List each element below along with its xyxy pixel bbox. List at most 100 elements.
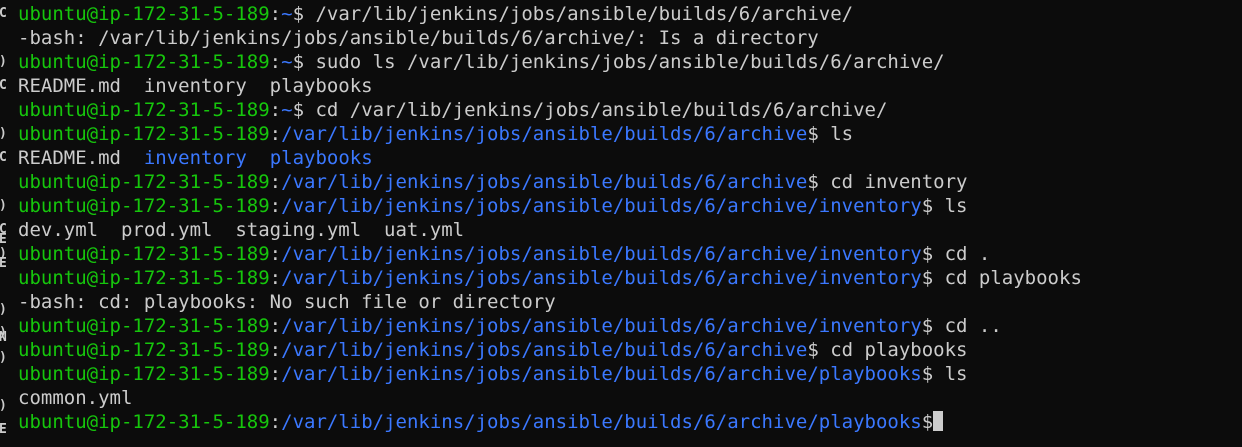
prompt-user-host: ubuntu@ip-172-31-5-189 — [18, 363, 270, 385]
output-text: -bash: /var/lib/jenkins/jobs/ansible/bui… — [18, 27, 819, 49]
prompt-line: ubuntu@ip-172-31-5-189:/var/lib/jenkins/… — [18, 410, 1082, 434]
prompt-separator: : — [269, 243, 282, 265]
gutter-glyph: C — [0, 6, 7, 21]
prompt-separator: : — [269, 51, 282, 73]
prompt-path: /var/lib/jenkins/jobs/ansible/builds/6/a… — [281, 315, 922, 337]
command-text: cd inventory — [818, 171, 968, 193]
prompt-symbol: $ — [292, 99, 305, 121]
gutter-glyph: E — [0, 232, 7, 247]
prompt-user-host: ubuntu@ip-172-31-5-189 — [18, 171, 270, 193]
command-text: cd /var/lib/jenkins/jobs/ansible/builds/… — [304, 99, 888, 121]
command-text: /var/lib/jenkins/jobs/ansible/builds/6/a… — [304, 3, 854, 25]
prompt-symbol: $ — [921, 315, 934, 337]
prompt-line: ubuntu@ip-172-31-5-189:/var/lib/jenkins/… — [18, 242, 1082, 266]
prompt-symbol: $ — [292, 51, 305, 73]
prompt-separator: : — [269, 99, 282, 121]
prompt-symbol: $ — [292, 3, 305, 25]
prompt-separator: : — [269, 411, 282, 433]
prompt-user-host: ubuntu@ip-172-31-5-189 — [18, 315, 270, 337]
command-text: cd playbooks — [818, 339, 968, 361]
prompt-line: ubuntu@ip-172-31-5-189:/var/lib/jenkins/… — [18, 314, 1082, 338]
prompt-symbol: $ — [807, 339, 819, 361]
command-text: cd . — [933, 243, 991, 265]
prompt-symbol: $ — [807, 123, 819, 145]
prompt-line: ubuntu@ip-172-31-5-189:~$ sudo ls /var/l… — [18, 50, 1082, 74]
prompt-line: ubuntu@ip-172-31-5-189:/var/lib/jenkins/… — [18, 194, 1082, 218]
prompt-path: /var/lib/jenkins/jobs/ansible/builds/6/a… — [281, 123, 808, 145]
gutter-glyph: C — [0, 78, 7, 93]
text-cursor — [933, 411, 944, 431]
prompt-separator: : — [269, 363, 282, 385]
command-text: ls — [818, 123, 854, 145]
prompt-symbol: $ — [921, 195, 934, 217]
prompt-path: /var/lib/jenkins/jobs/ansible/builds/6/a… — [281, 411, 922, 433]
prompt-user-host: ubuntu@ip-172-31-5-189 — [18, 99, 270, 121]
command-text: ls — [933, 363, 968, 385]
gutter-glyph: ) — [0, 350, 7, 366]
gutter-glyph: ) — [0, 398, 7, 414]
prompt-separator: : — [269, 315, 282, 337]
prompt-user-host: ubuntu@ip-172-31-5-189 — [18, 339, 270, 361]
prompt-path: /var/lib/jenkins/jobs/ansible/builds/6/a… — [281, 267, 922, 289]
prompt-path: ~ — [281, 99, 293, 121]
file-entry: README.md — [18, 147, 121, 169]
prompt-separator: : — [269, 123, 282, 145]
gutter-glyph: E — [0, 422, 7, 437]
prompt-symbol: $ — [921, 411, 934, 433]
prompt-path: /var/lib/jenkins/jobs/ansible/builds/6/a… — [281, 195, 922, 217]
prompt-separator: : — [269, 339, 282, 361]
prompt-path: /var/lib/jenkins/jobs/ansible/builds/6/a… — [281, 339, 808, 361]
output-text: README.md inventory playbooks — [18, 75, 373, 97]
command-text: cd .. — [933, 315, 1002, 337]
prompt-user-host: ubuntu@ip-172-31-5-189 — [18, 123, 270, 145]
prompt-user-host: ubuntu@ip-172-31-5-189 — [18, 3, 270, 25]
prompt-line: ubuntu@ip-172-31-5-189:~$ /var/lib/jenki… — [18, 2, 1082, 26]
prompt-separator: : — [269, 267, 282, 289]
prompt-path: /var/lib/jenkins/jobs/ansible/builds/6/a… — [281, 171, 808, 193]
prompt-user-host: ubuntu@ip-172-31-5-189 — [18, 195, 270, 217]
prompt-separator: : — [269, 3, 282, 25]
output-line: common.yml — [18, 386, 1082, 410]
terminal-output[interactable]: ubuntu@ip-172-31-5-189:~$ /var/lib/jenki… — [18, 2, 1082, 434]
output-text: dev.yml prod.yml staging.yml uat.yml — [18, 219, 465, 241]
terminal-window[interactable]: C)C)C)C)EE))N))E ubuntu@ip-172-31-5-189:… — [0, 0, 1242, 447]
directory-entry: inventory — [143, 147, 247, 169]
command-text: ls — [933, 195, 968, 217]
output-text: common.yml — [18, 387, 133, 409]
gutter-glyph: N — [0, 330, 7, 345]
gutter-glyph: ) — [0, 54, 7, 70]
prompt-user-host: ubuntu@ip-172-31-5-189 — [18, 51, 270, 73]
gutter-glyph: E — [0, 256, 7, 271]
prompt-path: ~ — [281, 51, 293, 73]
output-line: -bash: cd: playbooks: No such file or di… — [18, 290, 1082, 314]
prompt-path: /var/lib/jenkins/jobs/ansible/builds/6/a… — [281, 243, 922, 265]
prompt-line: ubuntu@ip-172-31-5-189:/var/lib/jenkins/… — [18, 362, 1082, 386]
prompt-path: /var/lib/jenkins/jobs/ansible/builds/6/a… — [281, 363, 922, 385]
gutter-glyph: ) — [0, 126, 7, 142]
prompt-line: ubuntu@ip-172-31-5-189:/var/lib/jenkins/… — [18, 170, 1082, 194]
prompt-line: ubuntu@ip-172-31-5-189:/var/lib/jenkins/… — [18, 122, 1082, 146]
ls-output-line: README.md inventory playbooks — [18, 146, 1082, 170]
gutter-glyph: ) — [0, 198, 7, 214]
prompt-symbol: $ — [921, 243, 934, 265]
prompt-symbol: $ — [807, 171, 819, 193]
gutter-glyph: ) — [0, 302, 7, 318]
command-text: cd playbooks — [933, 267, 1082, 289]
prompt-line: ubuntu@ip-172-31-5-189:/var/lib/jenkins/… — [18, 266, 1082, 290]
output-line: dev.yml prod.yml staging.yml uat.yml — [18, 218, 1082, 242]
prompt-line: ubuntu@ip-172-31-5-189:/var/lib/jenkins/… — [18, 338, 1082, 362]
directory-entry: playbooks — [269, 147, 373, 169]
output-text: -bash: cd: playbooks: No such file or di… — [18, 291, 556, 313]
output-line: README.md inventory playbooks — [18, 74, 1082, 98]
prompt-path: ~ — [281, 3, 293, 25]
prompt-user-host: ubuntu@ip-172-31-5-189 — [18, 267, 270, 289]
prompt-symbol: $ — [921, 267, 934, 289]
prompt-separator: : — [269, 195, 282, 217]
output-line: -bash: /var/lib/jenkins/jobs/ansible/bui… — [18, 26, 1082, 50]
prompt-line: ubuntu@ip-172-31-5-189:~$ cd /var/lib/je… — [18, 98, 1082, 122]
command-text: sudo ls /var/lib/jenkins/jobs/ansible/bu… — [304, 51, 945, 73]
prompt-user-host: ubuntu@ip-172-31-5-189 — [18, 243, 270, 265]
gutter-glyph: C — [0, 150, 7, 165]
